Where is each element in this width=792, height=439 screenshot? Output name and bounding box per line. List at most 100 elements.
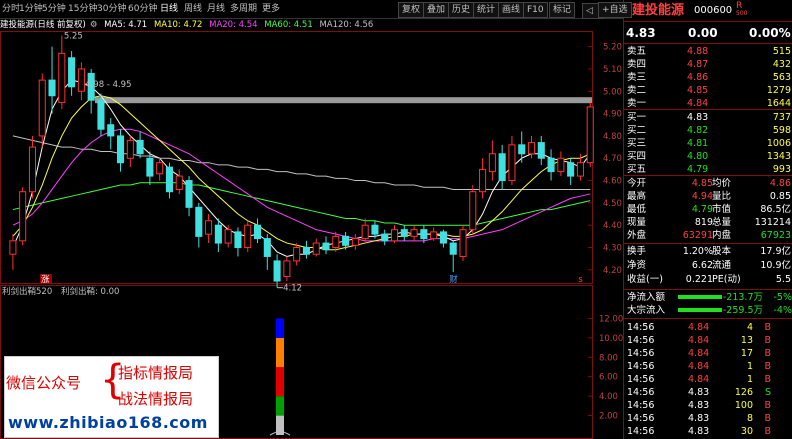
price-axis-label: 4.80 <box>603 132 622 142</box>
toolbar-button-5[interactable]: F10 <box>523 2 548 18</box>
candle-body <box>557 157 565 173</box>
tab-10[interactable]: 更多 <box>262 0 280 18</box>
candle-body <box>381 233 389 242</box>
candle-body <box>165 166 173 193</box>
price-axis-label: 5.20 <box>603 43 622 53</box>
quote-panel: 建投能源 000600 R 500 4.83 0.00 0.00% 卖五 4.88… <box>623 0 792 439</box>
price-axis-label: 4.90 <box>603 110 622 120</box>
candle-body <box>185 180 193 208</box>
tick-row: 14:56 4.83 30 B <box>624 424 792 439</box>
indicator-axis-label: 12.00 <box>599 314 623 324</box>
event-marker-3: s <box>578 275 583 285</box>
toolbar-button-1[interactable]: 叠加 <box>423 2 450 18</box>
toolbar-button-6[interactable]: 标记 <box>549 2 576 18</box>
stat-value: 1.20% <box>682 246 713 257</box>
candle-body <box>576 162 584 177</box>
candle-body <box>400 229 408 237</box>
candle-body <box>498 153 506 182</box>
stock-code: 000600 <box>694 5 733 16</box>
stock-code-suffix2: 500 <box>736 10 748 17</box>
watermark-wechat: 微信公众号 <box>6 374 82 392</box>
indicator-title: 利剑出鞘520 利剑出鞘: 0.00 <box>2 285 119 297</box>
stat-label: 收益(一) <box>627 274 663 285</box>
tab-0[interactable]: 分时 <box>2 0 20 18</box>
price-pct: 0.00% <box>749 26 791 40</box>
ma10-label: MA10: 4.72 <box>153 20 203 30</box>
tick-side: B <box>764 426 771 437</box>
stat-label: 外盘 <box>627 230 647 241</box>
watermark-line1: 指标情报局 <box>118 364 194 382</box>
candle-body <box>107 124 115 137</box>
indicator-name: 利剑出鞘520 <box>2 287 53 297</box>
stat-value: 10.9亿 <box>760 260 791 271</box>
bid-label: 买五 <box>627 164 647 175</box>
price-axis-label: 4.50 <box>603 199 622 209</box>
candle-body <box>126 139 134 159</box>
price-axis-label: 4.70 <box>603 154 622 164</box>
candle-body <box>28 146 36 193</box>
price-axis-label: 5.10 <box>603 65 622 75</box>
ma120-label: MA120: 4.56 <box>319 20 374 30</box>
candle-body <box>430 231 438 240</box>
toolbar-button-4[interactable]: 画线 <box>498 2 525 18</box>
stat-value: 6.62 <box>691 260 713 271</box>
tab-1[interactable]: 1分钟 <box>19 0 43 18</box>
candle-body <box>77 68 85 92</box>
indicator-bar-segment <box>276 337 284 367</box>
tab-2[interactable]: 5分钟 <box>42 0 66 18</box>
candle-body <box>567 162 575 177</box>
candle-body <box>175 175 183 190</box>
stock-name: 建投能源 <box>632 3 685 18</box>
ask-price: 4.84 <box>687 98 709 109</box>
indicator-axis-label: 4.00 <box>599 392 618 402</box>
candle-body <box>195 206 203 237</box>
indicator-axis-label: 6.00 <box>599 373 618 383</box>
stat-value: 0.221 <box>685 274 713 285</box>
tab-5[interactable]: 60分钟 <box>128 0 157 18</box>
candle-body <box>48 79 56 97</box>
candle-body <box>263 238 271 257</box>
watermark-url: www.zhibiao168.com <box>8 413 208 432</box>
candle-body <box>58 52 66 103</box>
candle-body <box>322 242 330 251</box>
tab-9[interactable]: 多周期 <box>230 0 257 18</box>
stat-row: 外盘 63291 内盘 67923 <box>624 228 792 243</box>
flow-value: -259.5万 <box>722 305 763 316</box>
indicator-axis-label: 10.00 <box>599 334 623 344</box>
tab-6[interactable]: 日线 <box>160 0 178 18</box>
candle-body <box>146 157 154 177</box>
stat-label: PE(动) <box>712 274 741 285</box>
add-watchlist-button[interactable]: +自选 <box>598 2 632 18</box>
tab-3[interactable]: 15分钟 <box>68 0 97 18</box>
toolbar-button-2[interactable]: 历史 <box>448 2 475 18</box>
ma5-label: MA5: 4.71 <box>104 20 148 30</box>
stat-value: 67923 <box>760 230 791 241</box>
flow-pct: -4% <box>773 305 792 316</box>
stat-label: 流通 <box>712 260 732 271</box>
candle-body <box>547 157 555 173</box>
candle-body <box>488 153 496 173</box>
candle-body <box>390 229 399 242</box>
candle-body <box>273 260 281 282</box>
stat-value: 17.9亿 <box>760 246 791 257</box>
toolbar-button-0[interactable]: 复权 <box>398 2 425 18</box>
candle-body <box>9 240 17 255</box>
candle-body <box>332 235 340 249</box>
ask-row: 卖一 4.84 1644 <box>624 96 792 111</box>
tab-7[interactable]: 周线 <box>184 0 202 18</box>
candle-body <box>224 229 232 244</box>
bid-price: 4.79 <box>687 164 709 175</box>
stat-value: 63291 <box>682 230 713 241</box>
stat-label: 内盘 <box>712 230 732 241</box>
candle-body <box>459 229 467 257</box>
candle-body <box>38 79 46 137</box>
settings-icon[interactable]: ⚙ <box>90 20 98 30</box>
toolbar-button-3[interactable]: 统计 <box>473 2 500 18</box>
candle-body <box>293 247 301 262</box>
candle-body <box>479 168 487 193</box>
candle-body <box>302 247 310 255</box>
tab-8[interactable]: 月线 <box>207 0 225 18</box>
tab-4[interactable]: 30分钟 <box>97 0 126 18</box>
candle-body <box>253 224 262 240</box>
ask-volume: 1644 <box>766 98 791 109</box>
